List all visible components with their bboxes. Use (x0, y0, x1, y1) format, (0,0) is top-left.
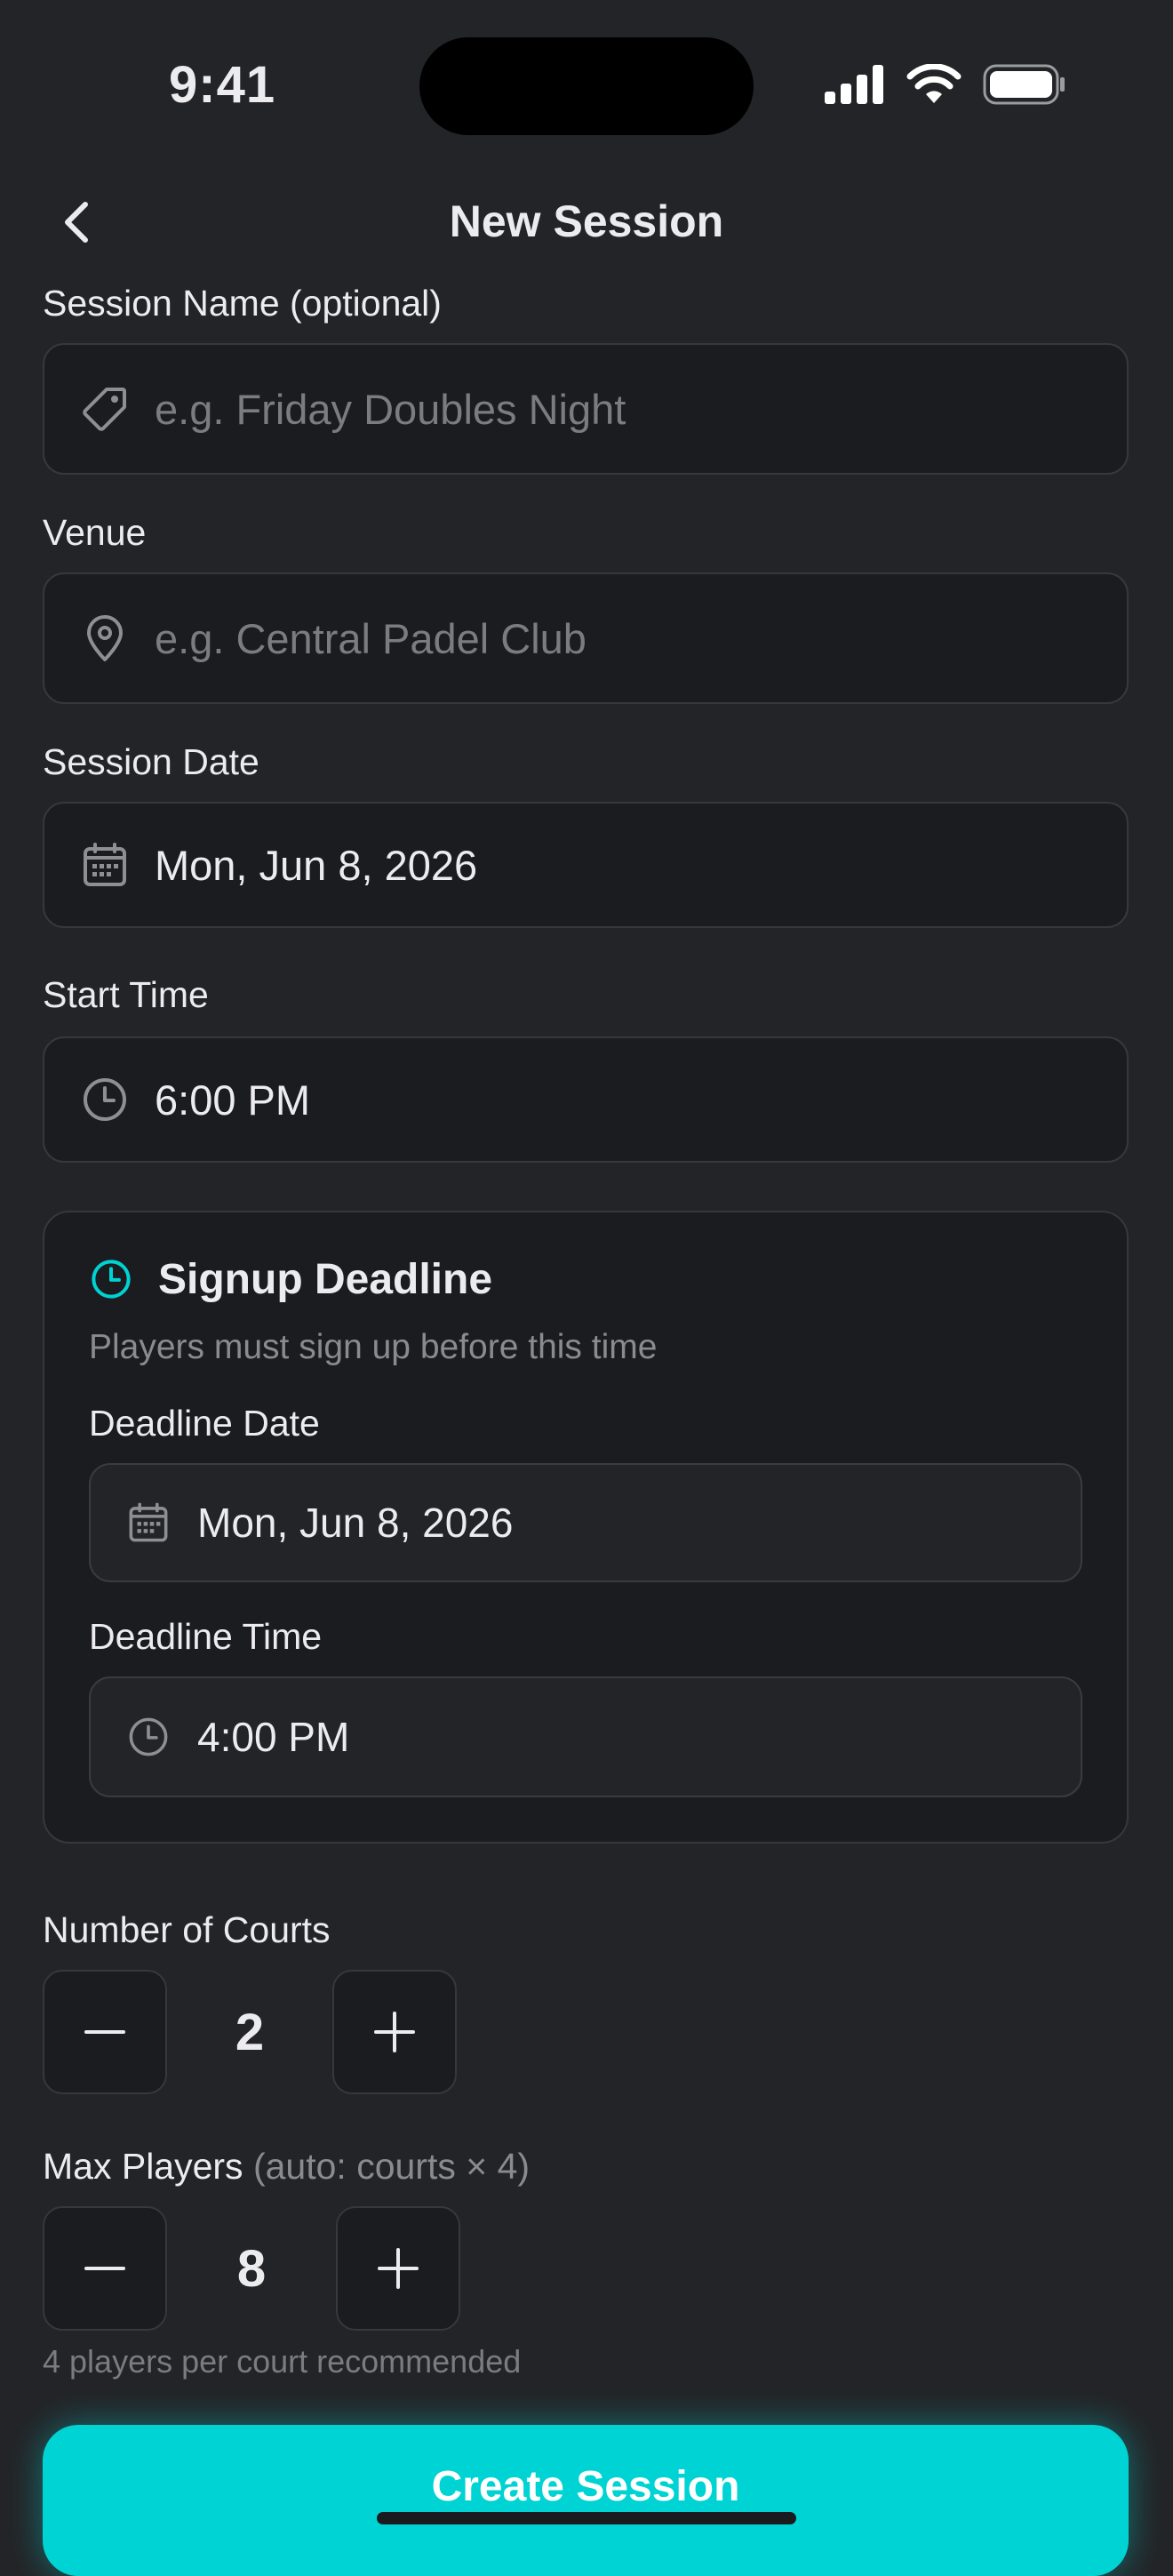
courts-decrement-button[interactable] (43, 1970, 167, 2094)
home-indicator (377, 2512, 796, 2524)
battery-icon (983, 64, 1065, 105)
cellular-signal-icon (825, 65, 883, 104)
max-players-note: 4 players per court recommended (43, 2343, 522, 2380)
clock-icon (129, 1717, 168, 1756)
create-session-button[interactable]: Create Session (43, 2425, 1129, 2576)
plus-icon (378, 2248, 419, 2289)
venue-input[interactable]: e.g. Central Padel Club (43, 572, 1129, 704)
venue-placeholder: e.g. Central Padel Club (155, 614, 586, 662)
session-date-label: Session Date (43, 741, 259, 782)
courts-label: Number of Courts (43, 1909, 331, 1950)
session-date-value: Mon, Jun 8, 2026 (155, 841, 478, 889)
signup-deadline-subtitle: Players must sign up before this time (89, 1328, 658, 1366)
calendar-icon (129, 1502, 168, 1542)
max-players-value: 8 (236, 2239, 267, 2298)
calendar-icon (84, 843, 126, 886)
deadline-time-picker[interactable]: 4:00 PM (89, 1676, 1082, 1797)
map-pin-icon (87, 615, 123, 661)
max-players-stepper: 8 (43, 2206, 460, 2331)
deadline-time-label: Deadline Time (89, 1616, 323, 1657)
deadline-date-label: Deadline Date (89, 1403, 320, 1444)
max-players-label-row: Max Players (auto: courts × 4) (43, 2146, 530, 2188)
max-players-increment-button[interactable] (336, 2206, 460, 2331)
session-name-label: Session Name (optional) (43, 283, 442, 324)
tag-icon (83, 388, 126, 431)
session-name-input[interactable]: e.g. Friday Doubles Night (43, 343, 1129, 475)
dynamic-island (419, 37, 754, 135)
signup-deadline-title: Signup Deadline (158, 1256, 493, 1303)
status-time: 9:41 (169, 56, 276, 114)
max-players-hint: (auto: courts × 4) (252, 2146, 531, 2187)
deadline-date-value: Mon, Jun 8, 2026 (197, 1500, 514, 1546)
start-time-picker[interactable]: 6:00 PM (43, 1036, 1129, 1163)
session-name-placeholder: e.g. Friday Doubles Night (155, 385, 626, 433)
wifi-icon (906, 64, 962, 103)
max-players-label: Max Players (43, 2146, 243, 2187)
minus-icon (84, 2267, 125, 2270)
venue-label: Venue (43, 512, 147, 553)
page-title: New Session (449, 196, 724, 246)
courts-value: 2 (235, 2003, 265, 2061)
deadline-clock-icon (92, 1260, 131, 1299)
deadline-time-value: 4:00 PM (197, 1714, 350, 1760)
start-time-value: 6:00 PM (155, 1076, 311, 1124)
start-time-label: Start Time (43, 974, 209, 1015)
courts-stepper: 2 (43, 1970, 457, 2094)
courts-increment-button[interactable] (332, 1970, 457, 2094)
session-date-picker[interactable]: Mon, Jun 8, 2026 (43, 802, 1129, 928)
minus-icon (84, 2030, 125, 2034)
deadline-date-picker[interactable]: Mon, Jun 8, 2026 (89, 1463, 1082, 1582)
clock-icon (84, 1078, 126, 1121)
max-players-decrement-button[interactable] (43, 2206, 167, 2331)
status-icons (825, 64, 1066, 105)
plus-icon (374, 2012, 415, 2052)
